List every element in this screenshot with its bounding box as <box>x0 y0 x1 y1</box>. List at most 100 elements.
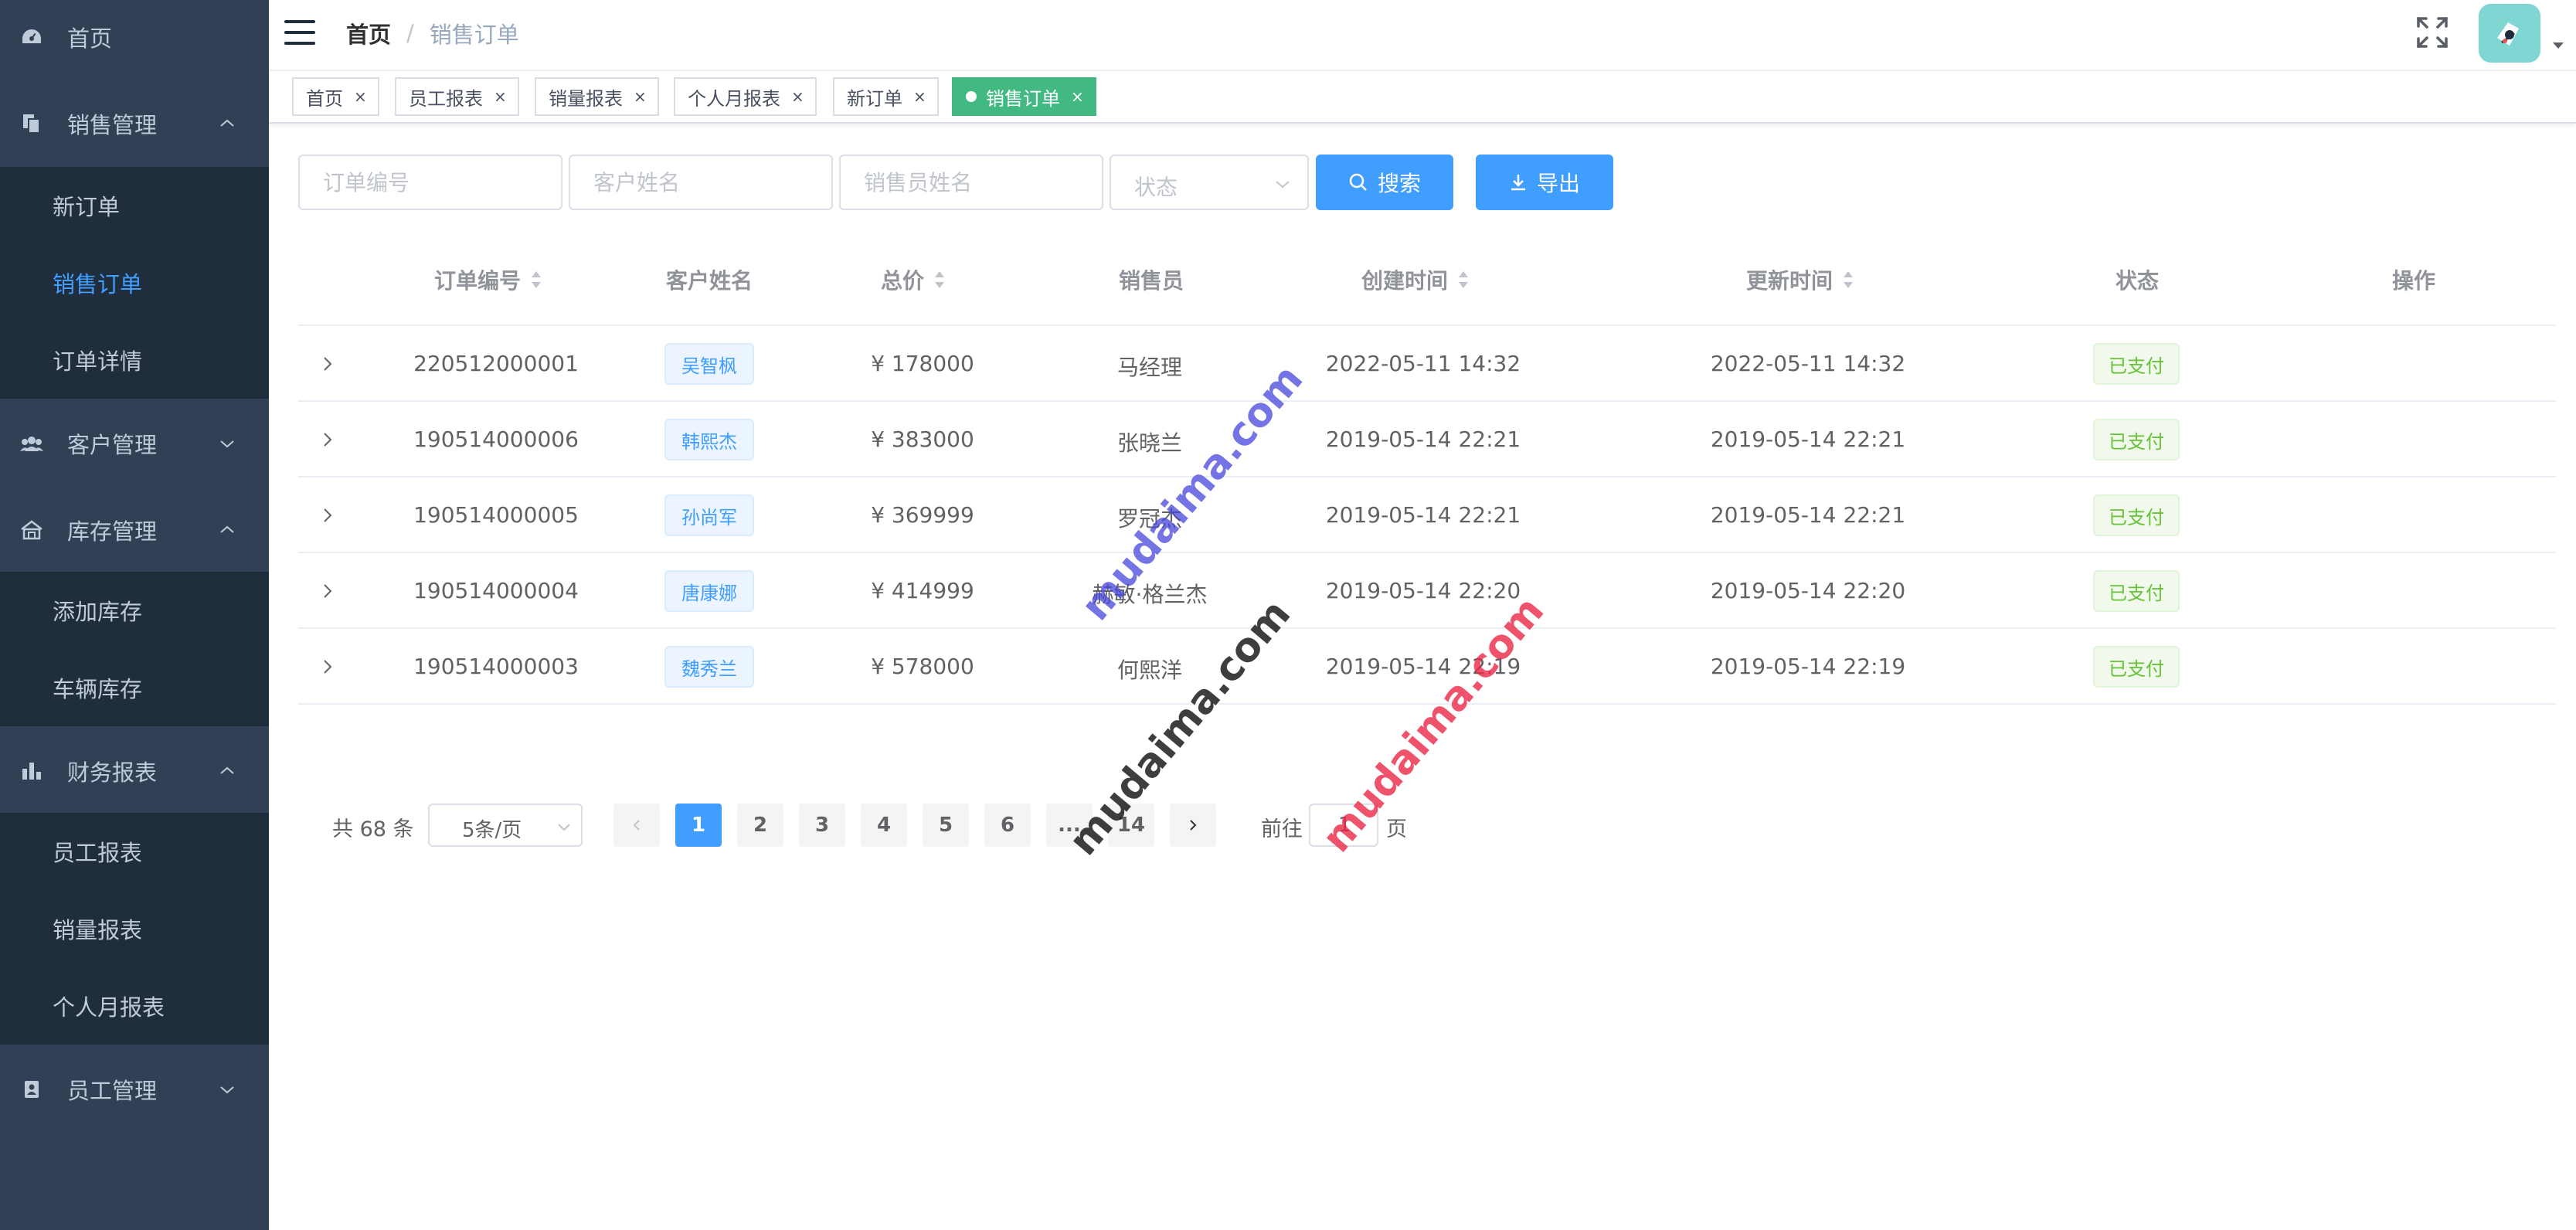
column-header-updated[interactable]: 更新时间 <box>1746 264 1854 295</box>
tag-employee-report[interactable]: 员工报表 × <box>395 77 519 116</box>
order-no-input[interactable] <box>298 155 562 210</box>
cell-order-no: 190514000003 <box>413 654 579 679</box>
column-header-label: 销售员 <box>1119 268 1184 294</box>
close-icon[interactable]: × <box>494 87 507 106</box>
column-header-created[interactable]: 创建时间 <box>1361 264 1470 295</box>
active-dot-icon <box>966 91 977 102</box>
sidebar-item-employees[interactable]: 员工管理 <box>0 1046 269 1133</box>
cell-total: ¥ 414999 <box>871 578 974 603</box>
sidebar-subitem-label: 销售订单 <box>53 271 143 297</box>
tag-label: 首页 <box>306 87 343 110</box>
chevron-right-icon[interactable] <box>318 355 337 373</box>
cell-order-no: 220512000001 <box>413 351 579 376</box>
breadcrumb-home[interactable]: 首页 <box>346 17 391 49</box>
page-size-select[interactable]: 5条/页 <box>428 804 583 847</box>
sort-icon[interactable] <box>530 270 542 290</box>
chevron-right-icon <box>1190 820 1197 831</box>
page-number-button[interactable]: 4 <box>861 804 907 847</box>
cell-updated: 2022-05-11 14:32 <box>1710 351 1906 376</box>
status-select[interactable]: 状态 <box>1110 155 1309 210</box>
tag-label: 新订单 <box>847 87 902 110</box>
cell-total: ¥ 578000 <box>871 654 974 679</box>
chevron-down-icon <box>220 1086 234 1094</box>
navbar: 首页 / 销售订单 <box>269 0 2576 71</box>
cell-created: 2019-05-14 22:21 <box>1325 502 1521 528</box>
page-number-button[interactable]: 5 <box>923 804 969 847</box>
next-page-button[interactable] <box>1170 804 1216 847</box>
cell-created: 2019-05-14 22:20 <box>1325 578 1521 603</box>
tag-new-order[interactable]: 新订单 × <box>833 77 939 116</box>
chevron-right-icon[interactable] <box>318 506 337 525</box>
close-icon[interactable]: × <box>634 87 647 106</box>
sidebar-item-home[interactable]: 首页 <box>0 0 269 80</box>
column-header-label: 更新时间 <box>1746 268 1833 294</box>
status-badge: 已支付 <box>2093 419 2180 460</box>
column-header-order-no[interactable]: 订单编号 <box>434 264 542 295</box>
status-badge: 已支付 <box>2093 494 2180 536</box>
chevron-right-icon[interactable] <box>318 430 337 449</box>
cell-customer-tag: 韩熙杰 <box>664 419 754 460</box>
export-button[interactable]: 导出 <box>1476 155 1613 210</box>
column-header-label: 状态 <box>2116 268 2160 294</box>
sort-icon[interactable] <box>933 270 946 290</box>
cell-customer-tag: 魏秀兰 <box>664 646 754 688</box>
page-number-button[interactable]: 3 <box>799 804 845 847</box>
sidebar-item-sales[interactable]: 销售管理 <box>0 80 269 167</box>
chevron-down-icon <box>558 824 570 831</box>
page-number-button[interactable]: 1 <box>675 804 722 847</box>
warehouse-icon <box>20 518 43 542</box>
customer-name-input[interactable] <box>569 155 833 210</box>
sort-icon[interactable] <box>1842 270 1854 290</box>
sidebar-subitem-monthly-report[interactable]: 个人月报表 <box>0 967 269 1045</box>
sidebar-item-finance[interactable]: 财务报表 <box>0 728 269 814</box>
prev-page-button[interactable] <box>613 804 660 847</box>
fullscreen-icon[interactable] <box>2415 15 2449 49</box>
sidebar-subitem-vehicle-stock[interactable]: 车辆库存 <box>0 649 269 726</box>
tags-view: 首页 × 员工报表 × 销量报表 × 个人月报表 × 新订单 × 销售订单 × <box>269 71 2576 124</box>
sidebar-subitem-new-order[interactable]: 新订单 <box>0 167 269 244</box>
sort-icon[interactable] <box>1457 270 1470 290</box>
hamburger-menu-icon[interactable] <box>284 19 315 46</box>
cell-updated: 2019-05-14 22:21 <box>1710 426 1906 452</box>
tag-sales-orders[interactable]: 销售订单 × <box>952 77 1096 116</box>
chevron-right-icon[interactable] <box>318 582 337 600</box>
cell-created: 2022-05-11 14:32 <box>1325 351 1521 376</box>
cell-order-no: 190514000005 <box>413 502 579 528</box>
caret-down-icon[interactable] <box>2551 40 2565 51</box>
table-divider <box>298 324 2556 326</box>
page-number-button[interactable]: 6 <box>984 804 1031 847</box>
sidebar-subitem-sales-report[interactable]: 销量报表 <box>0 890 269 967</box>
close-icon[interactable]: × <box>354 87 367 106</box>
close-icon[interactable]: × <box>1071 87 1084 106</box>
cell-salesperson: 马经理 <box>1116 355 1183 380</box>
chevron-right-icon[interactable] <box>318 657 337 676</box>
close-icon[interactable]: × <box>913 87 926 106</box>
sidebar-item-label: 首页 <box>67 25 113 52</box>
sidebar-subitem-label: 新订单 <box>53 194 121 220</box>
search-button[interactable]: 搜索 <box>1316 155 1453 210</box>
sidebar-item-customers[interactable]: 客户管理 <box>0 400 269 487</box>
goto-label: 前往 <box>1261 817 1303 841</box>
sidebar-subitem-sales-orders[interactable]: 销售订单 <box>0 244 269 321</box>
user-avatar[interactable] <box>2479 4 2540 63</box>
sidebar-item-inventory[interactable]: 库存管理 <box>0 487 269 573</box>
column-header-total[interactable]: 总价 <box>881 264 946 295</box>
sidebar-subitem-employee-report[interactable]: 员工报表 <box>0 813 269 890</box>
tag-sales-report[interactable]: 销量报表 × <box>535 77 659 116</box>
tag-monthly-report[interactable]: 个人月报表 × <box>674 77 817 116</box>
tag-label: 员工报表 <box>409 87 483 110</box>
search-button-label: 搜索 <box>1377 171 1421 196</box>
tag-home[interactable]: 首页 × <box>292 77 379 116</box>
column-header-label: 总价 <box>881 268 925 294</box>
status-badge: 已支付 <box>2093 343 2180 385</box>
sidebar-subitem-add-stock[interactable]: 添加库存 <box>0 572 269 649</box>
column-header-actions: 操作 <box>2392 264 2435 295</box>
row-divider <box>298 476 2556 477</box>
salesperson-name-input[interactable] <box>839 155 1103 210</box>
sales-icon <box>20 112 43 135</box>
sidebar-item-label: 销售管理 <box>67 112 158 138</box>
close-icon[interactable]: × <box>791 87 804 106</box>
page-number-button[interactable]: 2 <box>737 804 783 847</box>
cell-order-no: 190514000006 <box>413 426 579 452</box>
sidebar-subitem-order-detail[interactable]: 订单详情 <box>0 321 269 399</box>
